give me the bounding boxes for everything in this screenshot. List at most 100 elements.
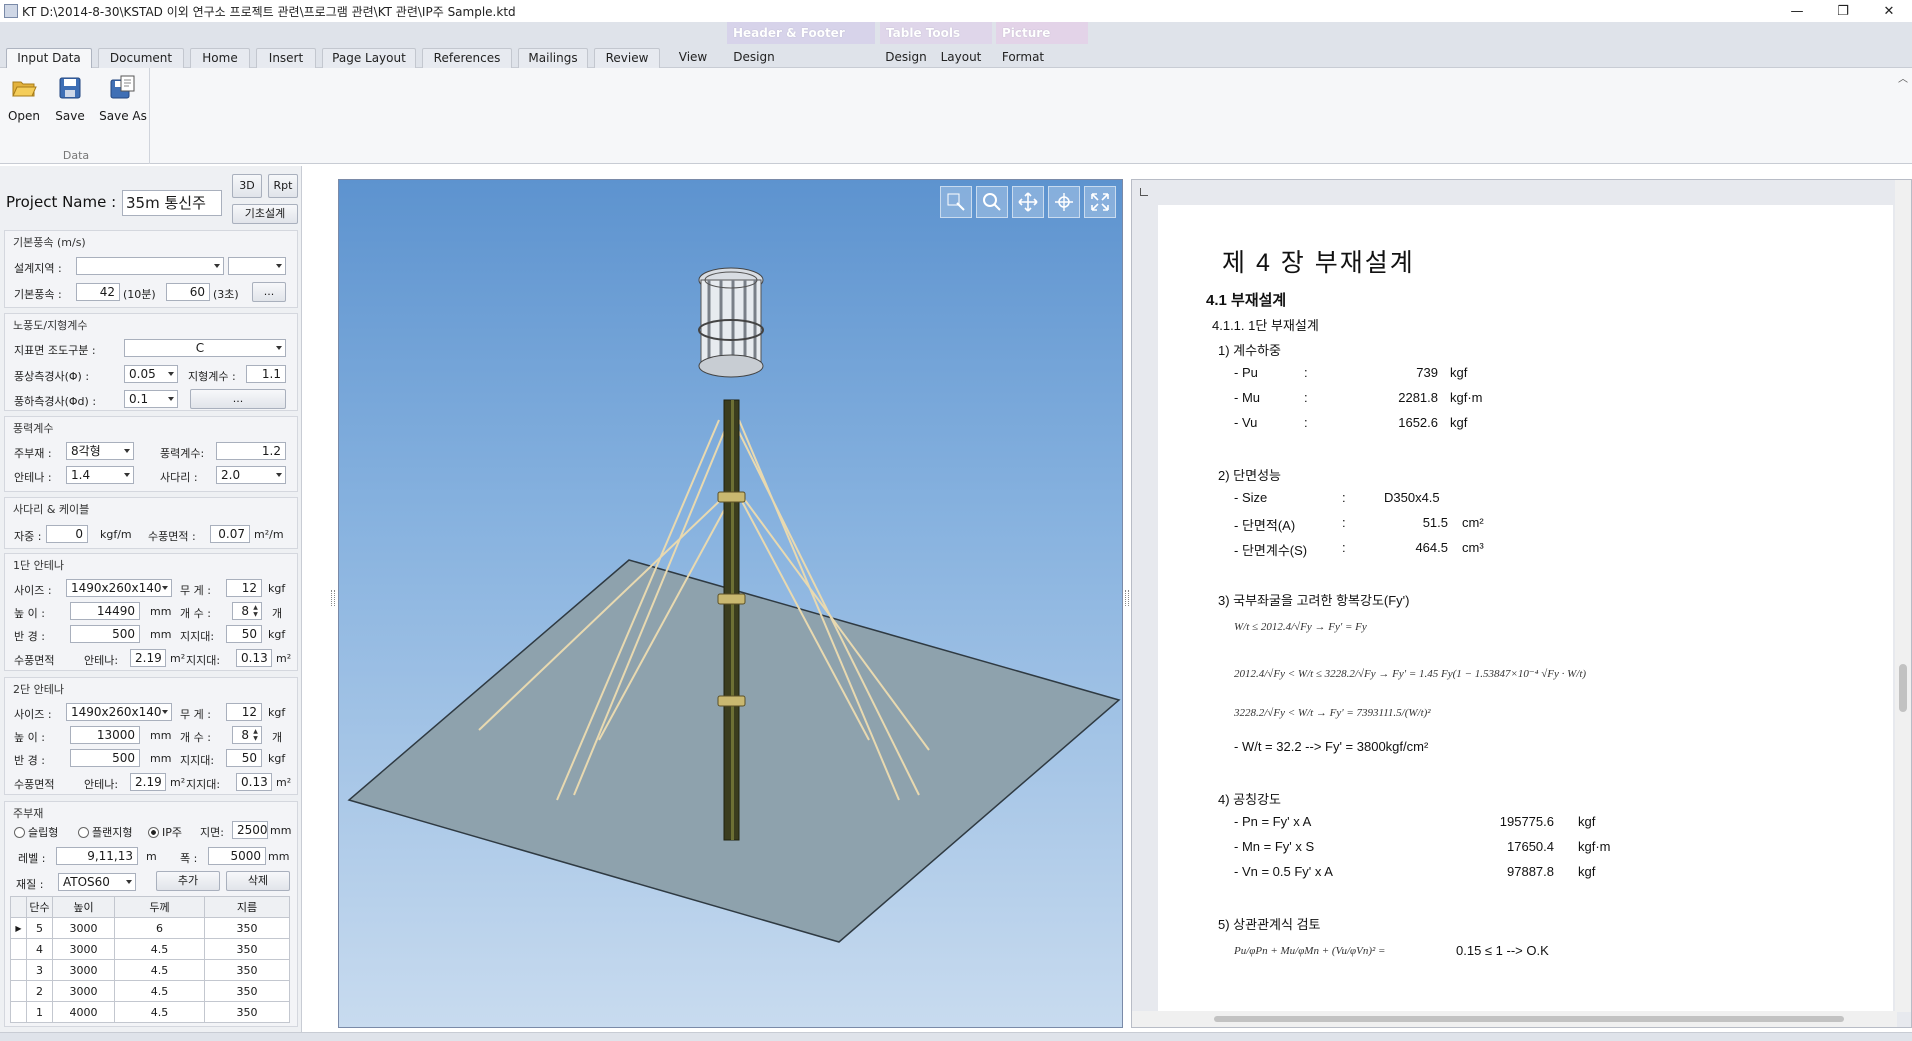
cell-stage[interactable]: 5 xyxy=(26,917,53,939)
delete-segment-button[interactable]: 삭제 xyxy=(226,871,290,891)
radio-flange[interactable]: 플랜지형 xyxy=(78,824,132,840)
antenna2-height-input[interactable]: 13000 xyxy=(70,726,140,744)
ladder-coef-select[interactable]: 2.0 xyxy=(216,466,286,484)
table-row[interactable]: 4 3000 4.5 350 xyxy=(10,938,290,960)
antenna1-support-input[interactable]: 50 xyxy=(226,625,262,643)
antenna1-height-input[interactable]: 14490 xyxy=(70,602,140,620)
report-page[interactable]: 제 4 장 부재설계 4.1 부재설계 4.1.1. 1단 부재설계 1) 계수… xyxy=(1158,205,1893,1013)
exposure-more-button[interactable]: ... xyxy=(190,389,286,409)
cell-stage[interactable]: 2 xyxy=(26,980,53,1002)
antenna-coef-select[interactable]: 1.4 xyxy=(66,466,134,484)
cell-diameter[interactable]: 350 xyxy=(204,938,290,960)
level-input[interactable]: 9,11,13 xyxy=(56,847,138,865)
antenna2-count-spinner[interactable]: ▲ ▼ xyxy=(251,728,260,742)
minimize-button[interactable]: — xyxy=(1774,0,1820,22)
3d-button[interactable]: 3D xyxy=(232,174,262,198)
ground-depth-input[interactable]: 2500 xyxy=(232,821,268,839)
cell-thickness[interactable]: 4.5 xyxy=(114,980,205,1002)
report-button[interactable]: Rpt xyxy=(268,174,298,198)
cell-height[interactable]: 3000 xyxy=(52,980,115,1002)
save-as-button[interactable]: Save As xyxy=(98,74,148,123)
antenna2-support-input[interactable]: 50 xyxy=(226,749,262,767)
antenna2-sup-area-input[interactable]: 0.13 xyxy=(236,773,272,791)
antenna2-weight-input[interactable]: 12 xyxy=(226,703,262,721)
antenna1-weight-input[interactable]: 12 xyxy=(226,579,262,597)
vertical-scrollbar[interactable] xyxy=(1895,180,1911,1012)
cell-diameter[interactable]: 350 xyxy=(204,917,290,939)
foundation-design-button[interactable]: 기초설계 xyxy=(232,204,298,224)
table-row[interactable]: 3 3000 4.5 350 xyxy=(10,959,290,981)
cell-thickness[interactable]: 4.5 xyxy=(114,1001,205,1023)
antenna1-size-select[interactable]: 1490x260x140 xyxy=(66,579,172,597)
topo-factor-input[interactable]: 1.1 xyxy=(246,365,286,383)
cell-diameter[interactable]: 350 xyxy=(204,1001,290,1023)
antenna2-radius-input[interactable]: 500 xyxy=(70,749,140,767)
rotate-icon[interactable] xyxy=(1048,186,1080,218)
tab-home[interactable]: Home xyxy=(190,48,250,68)
tab-references[interactable]: References xyxy=(422,48,512,68)
cell-thickness[interactable]: 4.5 xyxy=(114,938,205,960)
zoom-window-icon[interactable] xyxy=(940,186,972,218)
project-name-input[interactable]: 35m 통신주 xyxy=(122,190,222,216)
tab-input-data[interactable]: Input Data xyxy=(6,48,92,69)
tab-document[interactable]: Document xyxy=(98,48,184,68)
tab-stop-marker[interactable] xyxy=(1140,188,1148,196)
cell-height[interactable]: 3000 xyxy=(52,959,115,981)
width-input[interactable]: 5000 xyxy=(208,847,266,865)
cell-stage[interactable]: 4 xyxy=(26,938,53,960)
ribbon-collapse-icon[interactable]: ︿ xyxy=(1898,70,1908,85)
region-sub-select[interactable] xyxy=(228,257,286,275)
antenna1-count-spinner[interactable]: ▲ ▼ xyxy=(251,604,260,618)
horizontal-scroll-thumb[interactable] xyxy=(1214,1016,1844,1022)
table-row[interactable]: ▶ 5 3000 6 350 xyxy=(10,917,290,939)
wind-speed-10min-input[interactable]: 42 xyxy=(76,283,120,301)
table-row[interactable]: 1 4000 4.5 350 xyxy=(10,1001,290,1023)
close-button[interactable]: ✕ xyxy=(1866,0,1912,22)
cell-diameter[interactable]: 350 xyxy=(204,980,290,1002)
region-select[interactable] xyxy=(76,257,224,275)
zoom-icon[interactable] xyxy=(976,186,1008,218)
right-splitter[interactable] xyxy=(1125,590,1129,606)
force-coef-input[interactable]: 1.2 xyxy=(216,442,286,460)
antenna1-count-input[interactable]: 8 ▲ ▼ xyxy=(232,602,262,620)
material-select[interactable]: ATOS60 xyxy=(58,873,136,891)
tab-design-table[interactable]: Design xyxy=(880,48,932,68)
3d-viewport[interactable] xyxy=(338,179,1123,1028)
radio-ip-pole[interactable]: IP주 xyxy=(148,824,182,840)
vertical-scroll-thumb[interactable] xyxy=(1899,664,1907,712)
cell-stage[interactable]: 1 xyxy=(26,1001,53,1023)
tab-view[interactable]: View xyxy=(666,48,720,68)
tab-review[interactable]: Review xyxy=(594,48,660,68)
ladder-area-input[interactable]: 0.07 xyxy=(210,525,250,543)
cell-thickness[interactable]: 6 xyxy=(114,917,205,939)
tab-format[interactable]: Format xyxy=(996,48,1050,68)
ladder-weight-input[interactable]: 0 xyxy=(46,525,88,543)
cell-height[interactable]: 3000 xyxy=(52,917,115,939)
slope-down-select[interactable]: 0.1 xyxy=(124,390,178,408)
report-document-area[interactable]: 제 4 장 부재설계 4.1 부재설계 4.1.1. 1단 부재설계 1) 계수… xyxy=(1131,179,1912,1028)
save-button[interactable]: Save xyxy=(48,74,92,123)
wind-more-button[interactable]: ... xyxy=(252,282,286,302)
cell-thickness[interactable]: 4.5 xyxy=(114,959,205,981)
antenna1-radius-input[interactable]: 500 xyxy=(70,625,140,643)
slope-up-select[interactable]: 0.05 xyxy=(124,365,178,383)
horizontal-scrollbar[interactable] xyxy=(1132,1011,1897,1027)
tab-mailings[interactable]: Mailings xyxy=(518,48,588,68)
tab-page-layout[interactable]: Page Layout xyxy=(322,48,416,68)
tab-layout[interactable]: Layout xyxy=(936,48,986,68)
radio-slip[interactable]: 슬립형 xyxy=(14,824,58,840)
add-segment-button[interactable]: 추가 xyxy=(156,871,220,891)
open-button[interactable]: Open xyxy=(2,74,46,123)
fit-view-icon[interactable] xyxy=(1084,186,1116,218)
antenna2-ant-area-input[interactable]: 2.19 xyxy=(130,773,166,791)
roughness-select[interactable]: C xyxy=(124,339,286,357)
antenna1-sup-area-input[interactable]: 0.13 xyxy=(236,649,272,667)
cell-height[interactable]: 3000 xyxy=(52,938,115,960)
tab-insert[interactable]: Insert xyxy=(256,48,316,68)
main-member-select[interactable]: 8각형 xyxy=(66,442,134,460)
cell-height[interactable]: 4000 xyxy=(52,1001,115,1023)
tab-design-header-footer[interactable]: Design xyxy=(728,48,780,68)
pan-icon[interactable] xyxy=(1012,186,1044,218)
antenna2-count-input[interactable]: 8 ▲ ▼ xyxy=(232,726,262,744)
restore-button[interactable]: ❐ xyxy=(1820,0,1866,22)
